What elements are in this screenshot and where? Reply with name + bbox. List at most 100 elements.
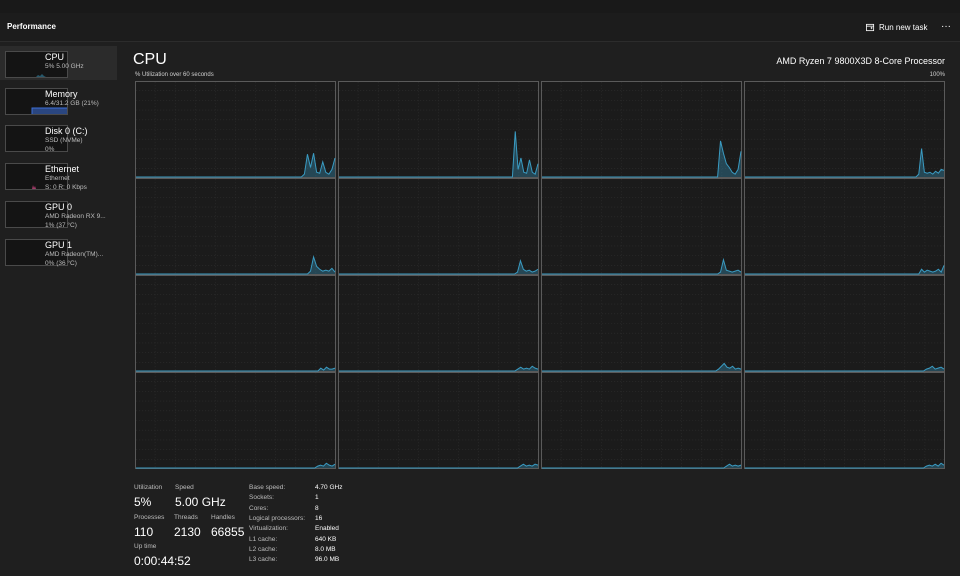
spec-label: Logical processors: [249,515,305,522]
utilization-area [339,366,538,371]
sidebar-item-detail-2: 0% [45,146,55,153]
sidebar-item-label: CPU [45,52,65,62]
processes-label: Processes [134,514,165,521]
sidebar-item-label: Disk 0 (C:) [45,126,88,136]
core-graph [744,275,945,372]
graph-frame [135,275,336,372]
utilization-line [136,153,336,178]
handles-label: Handles [211,514,235,521]
sidebar-item-detail: Ethernet [45,175,70,182]
graph-frame [541,81,742,178]
spec-label: L3 cache: [249,556,278,563]
title-bar: Performance Run new task ··· [0,13,960,42]
utilization-area [136,367,335,371]
sidebar-item-detail-2: 0% (36 °C) [45,260,77,267]
run-new-task-button[interactable]: Run new task [866,18,927,36]
processor-name: AMD Ryzen 7 9800X3D 8-Core Processor [776,56,945,66]
graph-frame [744,275,945,372]
utilization-area [339,260,538,274]
utilization-area [745,366,944,371]
threads-value: 2130 [174,525,201,539]
utilization-line [136,462,336,469]
utilization-line [136,254,336,275]
spec-label: Base speed: [249,484,286,491]
graph-frame [338,372,539,469]
utilization-area [136,153,335,177]
core-graph [338,81,539,178]
spec-value: 16 [315,515,323,522]
core-graph [744,372,945,469]
spec-label: Cores: [249,505,269,512]
graph-frame [744,372,945,469]
core-graph [135,372,336,469]
spec-value: 96.0 MB [315,556,340,563]
spec-value: 1 [315,494,319,501]
spec-label: Virtualization: [249,525,288,532]
graph-frame [541,372,742,469]
utilization-line [745,462,945,469]
spec-value: Enabled [315,525,339,532]
core-graph [135,275,336,372]
graph-frame [135,81,336,178]
spec-value: 8.0 MB [315,546,336,553]
sidebar-item-detail: AMD Radeon RX 9... [45,213,106,220]
sidebar-item-detail-2: S: 0 R: 0 Kbps [45,184,87,191]
graph-max-label: 100% [929,72,945,78]
utilization-area [542,464,741,468]
utilization-label: Utilization [134,484,163,491]
core-graph [541,275,742,372]
core-graph [744,178,945,275]
utilization-line [542,362,742,372]
sidebar-item-label: GPU 0 [45,202,73,212]
graph-frame [744,178,945,275]
threads-label: Threads [174,514,198,521]
utilization-area [745,148,944,177]
speed-label: Speed [175,484,194,491]
sidebar-item-label: GPU 1 [45,240,73,250]
core-graph [744,81,945,178]
run-new-task-label: Run new task [879,22,928,32]
graph-frame [541,178,742,275]
core-graph [135,81,336,178]
core-graph [338,275,539,372]
sidebar-item-memory[interactable]: Memory 6.4/31.2 GB (21%) [0,83,117,117]
speed-value: 5.00 GHz [175,495,226,509]
utilization-area [745,463,944,468]
processes-value: 110 [134,525,154,539]
sidebar-item-detail-2: 1% (37 °C) [45,222,77,229]
sidebar-item-label: Memory [45,89,78,99]
utilization-line [542,140,742,178]
graph-frame [135,178,336,275]
page-title: Performance [7,22,56,31]
utilization-area [339,464,538,468]
utilization-value: 5% [134,495,152,509]
section-title: CPU [133,51,167,68]
utilization-line [542,257,742,275]
sidebar-item-gpu0[interactable]: GPU 0 AMD Radeon RX 9... 1% (37 °C) [0,196,117,230]
core-graph [135,178,336,275]
uptime-value: 0:00:44:52 [134,554,191,568]
spec-label: L2 cache: [249,546,278,553]
sidebar-item-label: Ethernet [45,164,80,174]
core-graph [541,178,742,275]
utilization-line [542,463,742,469]
sidebar-item-cpu[interactable]: CPU 5% 5.00 GHz [0,46,117,80]
spec-value: 640 KB [315,536,337,543]
core-graph [338,178,539,275]
spec-label: Sockets: [249,494,274,501]
spec-label: L1 cache: [249,536,278,543]
utilization-line [339,258,539,275]
sidebar-item-disk[interactable]: Disk 0 (C:) SSD (NVMe) 0% [0,120,117,154]
core-graph [338,372,539,469]
utilization-area [542,140,741,177]
utilization-line [339,463,539,469]
sidebar-item-ethernet[interactable]: Ethernet Ethernet S: 0 R: 0 Kbps [0,158,117,192]
graph-frame [744,81,945,178]
sidebar-item-detail: 6.4/31.2 GB (21%) [45,100,99,107]
sidebar-item-gpu1[interactable]: GPU 1 AMD Radeon(TM)... 0% (36 °C) [0,234,117,268]
graph-frame [541,275,742,372]
utilization-area [542,363,741,371]
graph-frame [338,81,539,178]
utilization-area [745,265,944,274]
more-options-button[interactable]: ··· [939,18,953,36]
